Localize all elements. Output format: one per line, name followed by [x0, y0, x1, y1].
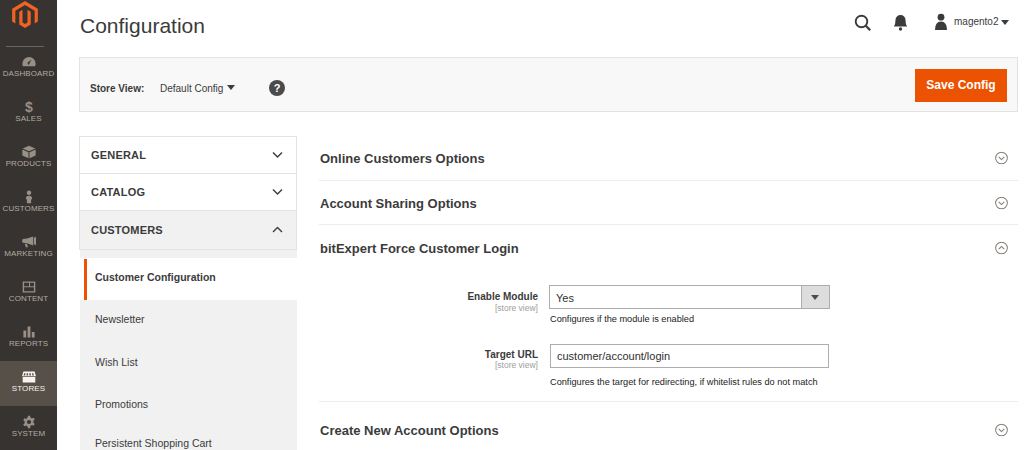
svg-text:$: $ — [25, 100, 33, 114]
